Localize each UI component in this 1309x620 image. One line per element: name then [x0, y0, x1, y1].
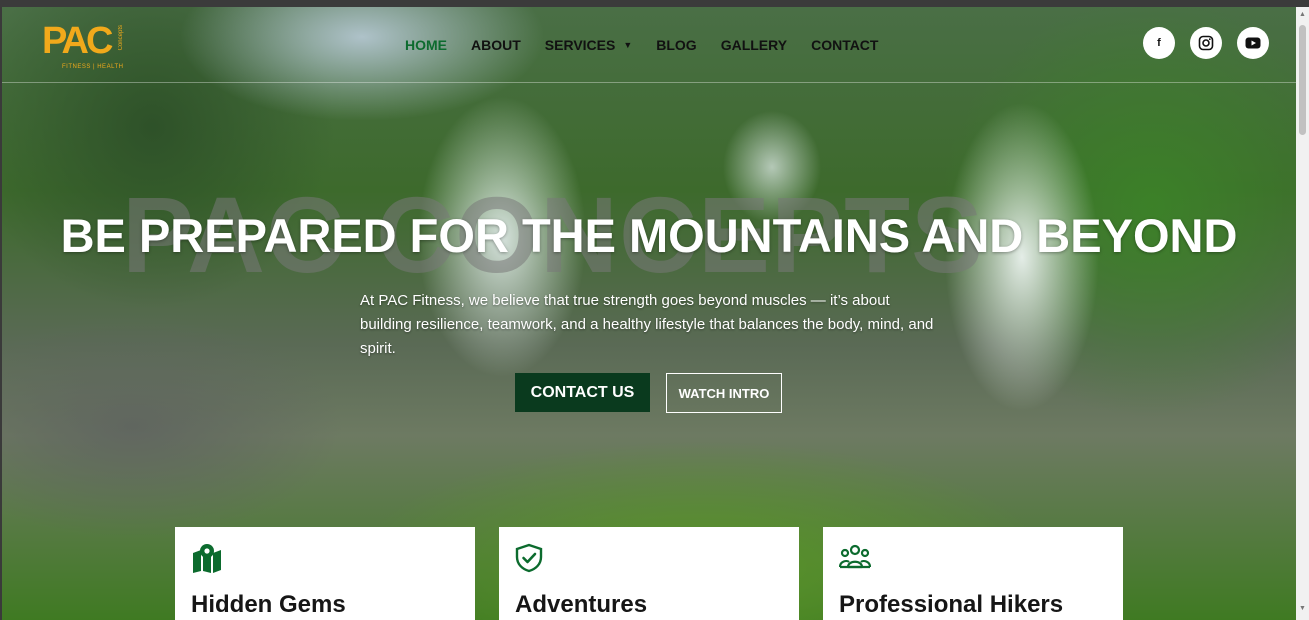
site-logo[interactable]: PAC Concepts FITNESS | HEALTH — [42, 21, 132, 77]
logo-mark: PAC — [42, 20, 113, 62]
feature-card-adventures: Adventures — [499, 527, 799, 620]
nav-blog[interactable]: BLOG — [656, 37, 696, 53]
nav-gallery[interactable]: GALLERY — [721, 37, 787, 53]
card-title: Professional Hikers — [839, 591, 1064, 618]
feature-card-professional-hikers: Professional Hikers — [823, 527, 1123, 620]
chevron-down-icon: ▼ — [623, 40, 633, 50]
shield-check-icon — [515, 543, 543, 573]
header-divider — [2, 82, 1296, 83]
page-scrollbar[interactable]: ▲ ▼ — [1296, 7, 1309, 620]
scroll-down-arrow-icon[interactable]: ▼ — [1299, 605, 1306, 612]
scrollbar-thumb[interactable] — [1299, 25, 1306, 135]
feature-card-hidden-gems: Hidden Gems — [175, 527, 475, 620]
watch-intro-button[interactable]: WATCH INTRO — [666, 373, 782, 413]
instagram-icon — [1198, 35, 1214, 51]
youtube-icon — [1245, 37, 1261, 49]
map-marker-icon — [193, 544, 221, 573]
youtube-link[interactable] — [1237, 27, 1269, 59]
card-title: Adventures — [515, 591, 648, 618]
card-title: Hidden Gems — [191, 591, 346, 618]
logo-side-text: Concepts — [118, 25, 124, 51]
hero-section: PAC Concepts FITNESS | HEALTH HOME ABOUT… — [2, 7, 1296, 620]
nav-contact[interactable]: CONTACT — [811, 37, 878, 53]
nav-about[interactable]: ABOUT — [471, 37, 521, 53]
group-users-icon — [839, 544, 871, 569]
facebook-link[interactable]: f — [1143, 27, 1175, 59]
facebook-icon: f — [1157, 37, 1161, 49]
logo-tagline: FITNESS | HEALTH — [62, 64, 124, 70]
scroll-up-arrow-icon[interactable]: ▲ — [1299, 11, 1306, 18]
main-nav: HOME ABOUT SERVICES ▼ BLOG GALLERY CONTA… — [405, 37, 878, 53]
nav-services[interactable]: SERVICES ▼ — [545, 37, 632, 53]
social-links: f — [1143, 27, 1269, 59]
browser-top-edge — [0, 0, 1309, 7]
nav-home[interactable]: HOME — [405, 37, 447, 53]
instagram-link[interactable] — [1190, 27, 1222, 59]
nav-services-label: SERVICES — [544, 37, 616, 53]
hero-intro: At PAC Fitness, we believe that true str… — [360, 292, 934, 357]
hero-headline: BE PREPARED FOR THE MOUNTAINS AND BEYOND — [60, 209, 1238, 262]
contact-us-button[interactable]: CONTACT US — [515, 373, 650, 412]
